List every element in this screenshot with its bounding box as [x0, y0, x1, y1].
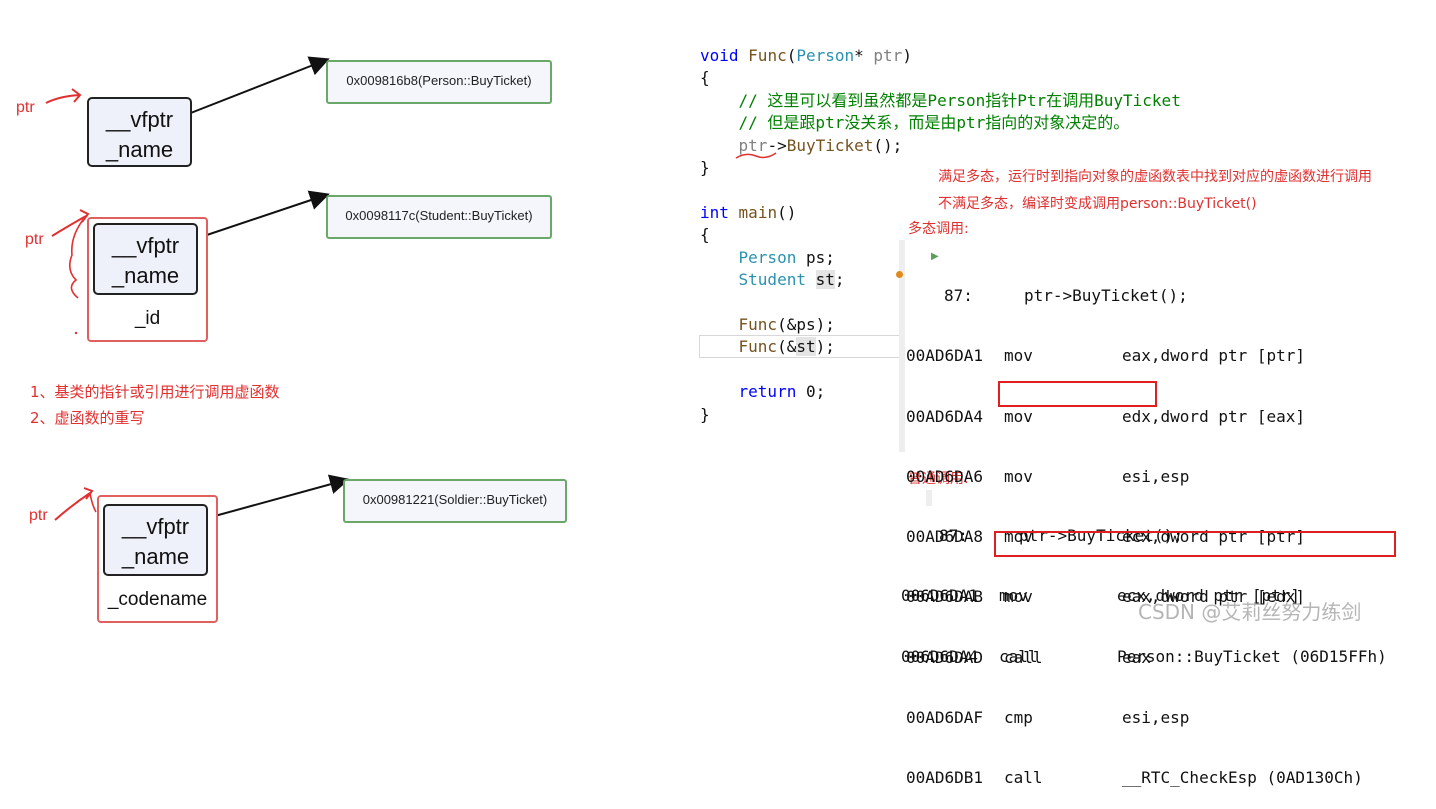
asm-row: 00AD6DA4 mov edx,dword ptr [eax] [906, 406, 1306, 426]
vfptr-field: __vfptr [105, 107, 174, 132]
asm-row: 00AD6DA1 mov eax,dword ptr [ptr] [906, 346, 1306, 366]
name-field: _name [121, 544, 190, 569]
student-object: __vfptr _name _id [87, 217, 208, 342]
name-field: _name [111, 263, 180, 288]
soldier-base-part: __vfptr _name [103, 504, 208, 576]
student-base-part: __vfptr _name [93, 223, 198, 295]
condition-2: 2、虚函数的重写 [30, 409, 145, 427]
vtable-soldier: 0x00981221(Soldier::BuyTicket) [343, 479, 567, 523]
vtable-person: 0x009816b8(Person::BuyTicket) [326, 60, 552, 104]
highlight-call-eax [998, 381, 1157, 407]
note-non-polymorphic: 不满足多态，编译时变成调用person::BuyTicket() [938, 196, 1257, 212]
vfptr-field: __vfptr [121, 514, 190, 539]
asm-row: 00AD6DAF cmp esi,esp [906, 708, 1190, 728]
soldier-object: __vfptr _name _codename [97, 495, 218, 623]
ptr-arrow-3 [54, 487, 94, 521]
condition-1: 1、基类的指针或引用进行调用虚函数 [30, 383, 280, 401]
person-object: __vfptr _name [87, 97, 192, 167]
vfptr-field: __vfptr [111, 233, 180, 258]
watermark: CSDN @艾莉丝努力练剑 [1138, 600, 1362, 624]
ptr-arrow-1 [45, 88, 82, 104]
asm-row: 00AD6DB1 call __RTC_CheckEsp (0AD130Ch) [906, 768, 1363, 788]
vfptr-arrow-1 [182, 56, 330, 117]
vtable-student: 0x0098117c(Student::BuyTicket) [326, 195, 552, 239]
current-line-highlight [699, 335, 900, 358]
label-polymorphic-call: 多态调用: [908, 221, 969, 237]
asm-row: 00AD6DA6 mov esi,esp [906, 466, 1190, 486]
ptr-squiggle [735, 152, 777, 159]
ptr-arrow-2 [51, 209, 90, 237]
disasm-normal: 87: ptr->BuyTicket(); 006D6DA1 mov ecx,dwor… [901, 487, 1401, 687]
ptr-label-1: ptr [16, 99, 35, 116]
asm-row: 006D6DA4 call Person::BuyTicket (06D15FFh) [901, 646, 1387, 666]
note-polymorphic: 满足多态，运行时到指向对象的虚函数表中找到对应的虚函数进行调用 [938, 169, 1372, 185]
breakpoint-marker-icon [896, 271, 903, 278]
codename-field: _codename [107, 589, 208, 610]
ptr-label-2: ptr [25, 231, 44, 248]
ptr-label-3: ptr [29, 507, 48, 524]
ptr-scribble-2 [68, 215, 87, 299]
name-field: _name [105, 137, 174, 162]
id-field: _id [134, 308, 161, 329]
highlight-call-person-buyticket [994, 531, 1396, 557]
ptr-scribble-3 [89, 492, 97, 513]
